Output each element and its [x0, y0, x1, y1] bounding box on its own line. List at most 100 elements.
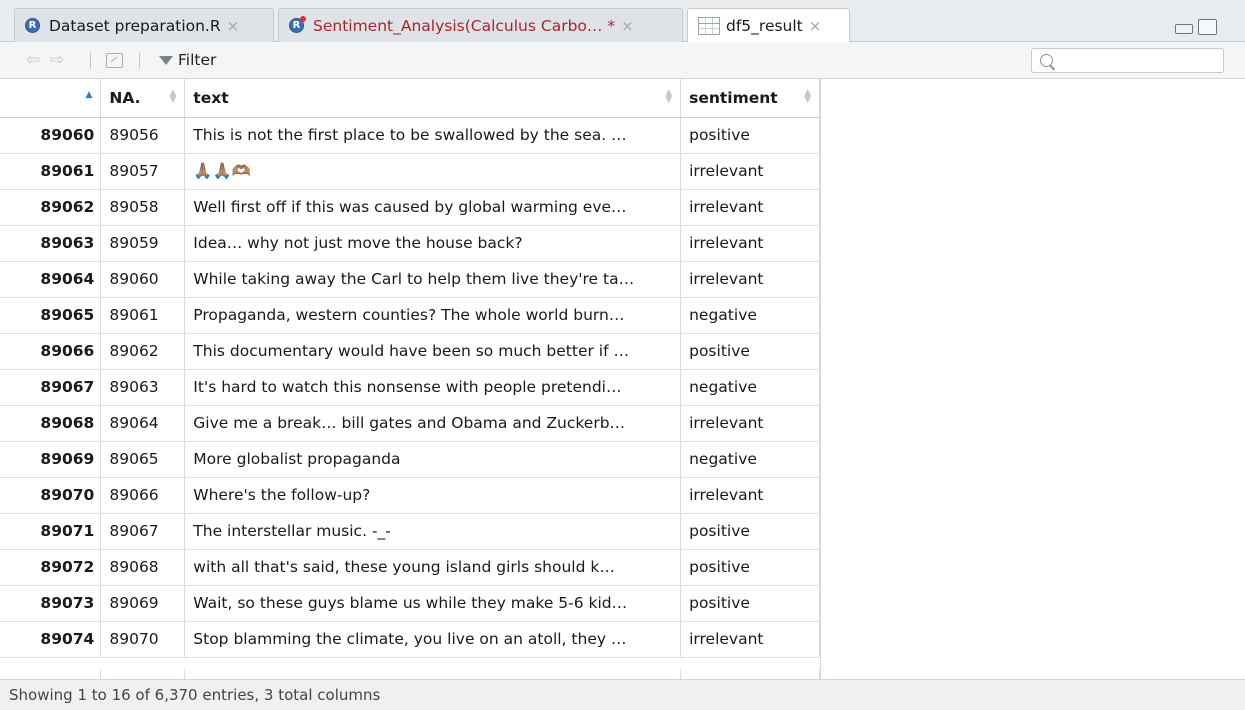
tab-sentiment-analysis[interactable]: R Sentiment_Analysis(Calculus Carbo… * ×: [278, 8, 683, 42]
table-row[interactable]: 89070 89066 Where's the follow-up? irreleva…: [0, 477, 820, 514]
popout-button[interactable]: [106, 42, 123, 78]
na-cell: 89067: [100, 513, 186, 550]
sort-ascending-icon: ▲: [85, 90, 93, 100]
table-row[interactable]: 89067 89063 It's hard to watch this nonsen…: [0, 369, 820, 406]
close-tab-icon[interactable]: ×: [809, 17, 822, 35]
row-index-cell: 89067: [0, 369, 102, 406]
close-tab-icon[interactable]: ×: [621, 17, 634, 35]
data-grid-icon: [698, 17, 720, 35]
tab-label: df5_result: [726, 17, 803, 35]
na-cell: 89058: [100, 189, 186, 226]
back-arrow-icon: ⇦: [26, 50, 41, 70]
sentiment-cell: irrelevant: [680, 405, 820, 442]
table-row[interactable]: 89073 89069 Wait, so these guys blame us w…: [0, 585, 820, 622]
filter-label: Filter: [178, 51, 217, 69]
forward-arrow-icon: ⇨: [50, 50, 65, 70]
forward-button[interactable]: ⇨: [50, 42, 64, 78]
minimize-pane-icon[interactable]: [1175, 24, 1193, 34]
na-cell: 89056: [100, 117, 186, 154]
filter-button[interactable]: Filter: [159, 42, 216, 78]
close-tab-icon[interactable]: ×: [227, 17, 240, 35]
table-header-row: ▲ NA. ▲ ▼ text ▲ ▼ sentiment ▲ ▼: [0, 79, 820, 118]
table-body: 89060 89056 This is not the first place to…: [0, 117, 820, 658]
text-cell: Idea… why not just move the house back?: [184, 225, 682, 262]
sentiment-cell: negative: [680, 297, 820, 334]
table-row[interactable]: 89069 89065 More globalist propaganda negat…: [0, 441, 820, 478]
sentiment-cell: irrelevant: [680, 225, 820, 262]
table-row[interactable]: 89065 89061 Propaganda, western counties? …: [0, 297, 820, 334]
text-cell: Wait, so these guys blame us while they …: [184, 585, 682, 622]
data-table-container: ▲ NA. ▲ ▼ text ▲ ▼ sentiment ▲ ▼ 89060 89056…: [0, 79, 820, 658]
maximize-pane-icon[interactable]: [1198, 19, 1217, 35]
sentiment-cell: positive: [680, 549, 820, 586]
text-cell: The interstellar music. -_-: [184, 513, 682, 550]
sentiment-cell: irrelevant: [680, 153, 820, 190]
row-index-cell: 89063: [0, 225, 102, 262]
row-index-cell: 89071: [0, 513, 102, 550]
header-label: NA.: [109, 88, 141, 107]
na-cell: 89065: [100, 441, 186, 478]
popout-window-icon: [106, 52, 123, 68]
header-label: text: [193, 88, 229, 107]
row-index-cell: 89069: [0, 441, 102, 478]
partial-table-row: [0, 669, 820, 679]
search-field[interactable]: [1031, 48, 1224, 73]
row-index-cell: 89072: [0, 549, 102, 586]
r-file-icon: R: [25, 18, 40, 33]
na-cell: 89060: [100, 261, 186, 298]
row-index-cell: 89066: [0, 333, 102, 370]
header-na[interactable]: NA. ▲ ▼: [100, 79, 186, 118]
sort-toggle-icon: ▲ ▼: [804, 88, 811, 105]
na-cell: 89062: [100, 333, 186, 370]
status-bar: Showing 1 to 16 of 6,370 entries, 3 tota…: [0, 679, 1245, 710]
na-cell: 89064: [100, 405, 186, 442]
table-row[interactable]: 89062 89058 Well first off if this was cau…: [0, 189, 820, 226]
sentiment-cell: irrelevant: [680, 621, 820, 658]
header-label: sentiment: [689, 88, 778, 107]
na-cell: 89057: [100, 153, 186, 190]
header-row-index[interactable]: ▲: [0, 79, 102, 118]
table-row[interactable]: 89066 89062 This documentary would have be…: [0, 333, 820, 370]
na-cell: 89069: [100, 585, 186, 622]
text-cell: More globalist propaganda: [184, 441, 682, 478]
editor-tab-bar: R Dataset preparation.R × R Sentiment_An…: [0, 0, 1245, 43]
search-input[interactable]: [1059, 51, 1223, 70]
entries-summary: Showing 1 to 16 of 6,370 entries, 3 tota…: [9, 686, 381, 704]
r-file-icon: R: [289, 16, 306, 33]
row-index-cell: 89074: [0, 621, 102, 658]
toolbar-separator: [90, 52, 91, 69]
sentiment-cell: irrelevant: [680, 261, 820, 298]
table-row[interactable]: 89072 89068 with all that's said, these yo…: [0, 549, 820, 586]
table-row[interactable]: 89068 89064 Give me a break… bill gates an…: [0, 405, 820, 442]
toolbar-separator: [139, 52, 140, 69]
header-sentiment[interactable]: sentiment ▲ ▼: [680, 79, 820, 118]
row-index-cell: 89061: [0, 153, 102, 190]
table-row[interactable]: 89064 89060 While taking away the Carl to …: [0, 261, 820, 298]
table-row[interactable]: 89060 89056 This is not the first place to…: [0, 117, 820, 154]
data-viewer-toolbar: ⇦ ⇨ Filter: [0, 42, 1245, 79]
table-row[interactable]: 89063 89059 Idea… why not just move the ho…: [0, 225, 820, 262]
tab-dataset-preparation[interactable]: R Dataset preparation.R ×: [14, 8, 274, 42]
sentiment-cell: positive: [680, 333, 820, 370]
tab-df5-result[interactable]: df5_result ×: [687, 8, 850, 43]
back-button[interactable]: ⇦: [26, 42, 40, 78]
header-text[interactable]: text ▲ ▼: [184, 79, 682, 118]
sort-toggle-icon: ▲ ▼: [665, 88, 673, 105]
sort-toggle-icon: ▲ ▼: [169, 88, 177, 105]
text-cell: This is not the first place to be swallo…: [184, 117, 682, 154]
text-cell: Well first off if this was caused by glo…: [184, 189, 682, 226]
tab-label: Dataset preparation.R: [49, 16, 221, 35]
filter-funnel-icon: [159, 55, 173, 65]
sentiment-cell: positive: [680, 117, 820, 154]
table-row[interactable]: 89074 89070 Stop blamming the climate, you…: [0, 621, 820, 658]
text-cell: While taking away the Carl to help them …: [184, 261, 682, 298]
table-row[interactable]: 89071 89067 The interstellar music. -_- pos…: [0, 513, 820, 550]
text-cell: 🙏🏽🙏🏽🫶🏽: [184, 153, 682, 190]
tab-label: Sentiment_Analysis(Calculus Carbo… *: [313, 16, 616, 35]
sentiment-cell: irrelevant: [680, 477, 820, 514]
row-index-cell: 89064: [0, 261, 102, 298]
na-cell: 89059: [100, 225, 186, 262]
sentiment-cell: irrelevant: [680, 189, 820, 226]
row-index-cell: 89065: [0, 297, 102, 334]
table-row[interactable]: 89061 89057 🙏🏽🙏🏽🫶🏽 irrelevant: [0, 153, 820, 190]
